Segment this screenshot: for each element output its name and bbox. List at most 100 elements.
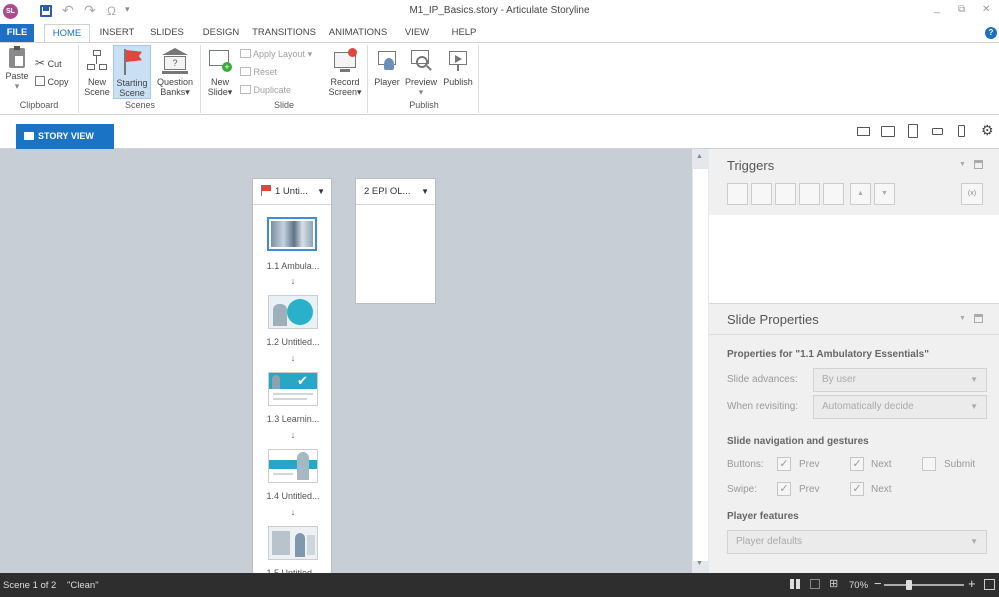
chevron-down-icon[interactable]: ▼ [317, 179, 325, 205]
tablet-portrait-icon[interactable] [908, 124, 918, 138]
scene-card-1[interactable]: 1 Unti... ▼ 1.1 Ambula... ↓ 1.2 Untitled… [252, 178, 332, 578]
phone-portrait-icon[interactable] [958, 125, 965, 137]
slide-properties-title: Slide Properties [727, 312, 819, 327]
scenes-group-label: Scenes [124, 100, 156, 110]
preview-status-icon[interactable]: ⊞ [829, 577, 838, 590]
slide-thumbnail-1-3[interactable]: ✔ [268, 372, 318, 406]
slide-advances-label: Slide advances: [727, 374, 798, 385]
zoom-slider-thumb[interactable] [906, 580, 912, 590]
submit-button-checkbox[interactable] [922, 457, 936, 471]
fit-to-window-icon[interactable] [984, 579, 995, 590]
gear-icon[interactable]: ⚙ [981, 122, 994, 139]
apply-layout-button[interactable]: Apply Layout ▾ [240, 47, 312, 61]
prev-button-checkbox[interactable]: ✓ [777, 457, 791, 471]
zoom-slider[interactable] [884, 584, 964, 586]
next-label: Next [871, 459, 892, 470]
panel-menu-icon[interactable]: ▼ [959, 315, 966, 322]
new-slide-button[interactable]: + New Slide▾ [204, 48, 236, 97]
swipe-prev-checkbox[interactable]: ✓ [777, 482, 791, 496]
copy-trigger-icon[interactable] [775, 183, 796, 205]
story-view-grid-icon[interactable] [790, 579, 800, 589]
tab-home[interactable]: HOME [44, 24, 90, 42]
preview-button[interactable]: Preview ▾ [403, 48, 439, 97]
slide-thumbnail-1-5[interactable] [268, 526, 318, 560]
slide-thumbnail-1-2[interactable] [268, 295, 318, 329]
help-icon[interactable]: ? [985, 27, 997, 39]
scroll-up-icon[interactable]: ▲ [696, 153, 703, 160]
flag-icon [121, 49, 143, 75]
next-button-checkbox[interactable]: ✓ [850, 457, 864, 471]
move-up-icon[interactable]: ▲ [850, 183, 871, 205]
paste-trigger-icon[interactable] [799, 183, 820, 205]
new-scene-button[interactable]: New Scene [82, 48, 112, 97]
slide-label: 1.1 Ambula... [266, 261, 320, 271]
slide-view-icon[interactable] [810, 579, 820, 589]
phone-landscape-icon[interactable] [932, 128, 943, 135]
triggers-toolbar: ▲ ▼ [727, 183, 897, 205]
edit-trigger-icon[interactable] [751, 183, 772, 205]
desktop-view-icon[interactable] [857, 127, 870, 136]
tab-insert[interactable]: INSERT [94, 24, 140, 42]
slide-label: 1.2 Untitled... [266, 337, 320, 347]
player-button[interactable]: Player [371, 48, 403, 87]
panel-float-icon[interactable] [974, 160, 983, 169]
zoom-in-icon[interactable]: + [968, 576, 976, 591]
new-trigger-icon[interactable] [727, 183, 748, 205]
slide-group-label: Slide [273, 100, 294, 110]
scene-title: 1 Unti... [275, 186, 308, 197]
story-view-tab[interactable]: STORY VIEW [16, 124, 114, 149]
preview-icon [410, 48, 432, 74]
slide-thumbnail-1-1[interactable] [267, 217, 317, 251]
theme-status: "Clean" [67, 580, 99, 591]
story-canvas: 1 Unti... ▼ 1.1 Ambula... ↓ 1.2 Untitled… [0, 149, 692, 578]
scroll-down-icon[interactable]: ▼ [696, 560, 703, 567]
restore-button[interactable]: ⧉ [958, 4, 965, 15]
tab-transitions[interactable]: TRANSITIONS [250, 24, 318, 42]
tab-design[interactable]: DESIGN [198, 24, 244, 42]
when-revisiting-select[interactable]: Automatically decide ▼ [813, 395, 987, 419]
cut-button[interactable]: ✂ Cut [35, 56, 62, 70]
paste-button[interactable]: Paste ▾ [4, 46, 30, 91]
tab-animations[interactable]: ANIMATIONS [324, 24, 392, 42]
delete-trigger-icon[interactable] [823, 183, 844, 205]
tab-view[interactable]: VIEW [398, 24, 436, 42]
question-banks-button[interactable]: ? Question Banks▾ [154, 48, 196, 97]
swipe-label: Swipe: [727, 484, 758, 495]
triggers-list [709, 215, 999, 303]
tab-help[interactable]: HELP [444, 24, 484, 42]
panel-menu-icon[interactable]: ▼ [959, 161, 966, 168]
variables-icon[interactable]: (x) [961, 183, 983, 205]
swipe-next-label: Next [871, 484, 892, 495]
reset-button[interactable]: Reset [240, 65, 277, 79]
window-title: M1_IP_Basics.story - Articulate Storylin… [409, 5, 590, 16]
scene-card-2[interactable]: 2 EPI OL... ▼ [355, 178, 436, 304]
chevron-down-icon[interactable]: ▼ [421, 179, 429, 205]
tab-slides[interactable]: SLIDES [144, 24, 190, 42]
slide-thumbnail-1-4[interactable] [268, 449, 318, 483]
starting-scene-button[interactable]: Starting Scene [113, 45, 151, 99]
canvas-scrollbar[interactable]: ▲ ▼ [692, 149, 709, 573]
chevron-down-icon: ▼ [970, 537, 978, 546]
duplicate-button[interactable]: Duplicate [240, 83, 291, 97]
record-screen-button[interactable]: Record Screen▾ [326, 48, 364, 97]
ribbon: Paste ▾ ✂ Cut Copy Clipboard New Scene S… [0, 42, 999, 115]
slide-advances-select[interactable]: By user ▼ [813, 368, 987, 392]
publish-label: Publish [443, 77, 473, 87]
move-down-icon[interactable]: ▼ [874, 183, 895, 205]
publish-button[interactable]: Publish [440, 48, 476, 87]
scene-header[interactable]: 1 Unti... ▼ [253, 179, 331, 205]
zoom-level[interactable]: 70% [849, 580, 868, 591]
scene-header[interactable]: 2 EPI OL... ▼ [356, 179, 435, 205]
tablet-landscape-icon[interactable] [881, 126, 895, 137]
player-features-select[interactable]: Player defaults ▼ [727, 530, 987, 554]
panel-float-icon[interactable] [974, 314, 983, 323]
chevron-down-icon: ▼ [970, 375, 978, 384]
tab-file[interactable]: FILE [0, 24, 34, 42]
scroll-thumb[interactable] [693, 169, 708, 561]
zoom-out-icon[interactable]: − [874, 576, 882, 591]
close-button[interactable]: ✕ [982, 4, 990, 15]
swipe-next-checkbox[interactable]: ✓ [850, 482, 864, 496]
minimize-button[interactable]: _ [934, 2, 940, 14]
copy-button[interactable]: Copy [35, 75, 69, 89]
prev-label: Prev [799, 459, 820, 470]
